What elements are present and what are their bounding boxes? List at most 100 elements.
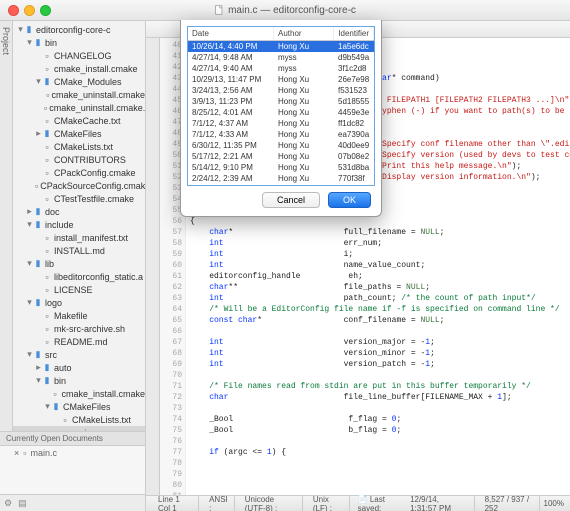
disclosure-triangle-icon[interactable]: ▸ <box>26 206 33 217</box>
tree-folder[interactable]: ▸▮CMakeFiles <box>13 127 145 140</box>
open-doc-item[interactable]: ×▫main.c <box>0 446 145 460</box>
ok-button[interactable]: OK <box>328 192 371 208</box>
col-author[interactable]: Author <box>274 27 334 40</box>
col-identifier[interactable]: Identifier <box>334 27 374 40</box>
code-line[interactable]: int path_count; /* the count of path inp… <box>190 293 566 304</box>
code-line[interactable]: const char* conf_filename = NULL; <box>190 315 566 326</box>
tree-folder[interactable]: ▾▮bin <box>13 36 145 49</box>
filter-icon[interactable]: ▤ <box>18 498 27 509</box>
code-line[interactable] <box>190 326 566 337</box>
status-unicode[interactable]: Unicode (UTF-8) : <box>239 495 303 511</box>
tree-file[interactable]: ▫LICENSE <box>13 283 145 296</box>
code-line[interactable]: int version_patch = -1; <box>190 359 566 370</box>
code-line[interactable] <box>190 403 566 414</box>
tree-file[interactable]: ▫CPackConfig.cmake <box>13 166 145 179</box>
tree-folder[interactable]: ▾▮editorconfig-core-c <box>13 23 145 36</box>
revision-row[interactable]: 10/26/14, 4:40 PMHong Xu1a5e6dc <box>188 41 374 52</box>
disclosure-triangle-icon[interactable]: ▾ <box>26 297 33 308</box>
revision-list[interactable]: Date Author Identifier 10/26/14, 4:40 PM… <box>187 26 375 186</box>
tree-folder[interactable]: ▾▮bin <box>13 374 145 387</box>
code-line[interactable] <box>190 436 566 447</box>
code-line[interactable]: int version_minor = -1; <box>190 348 566 359</box>
code-line[interactable]: char file_line_buffer[FILENAME_MAX + 1]; <box>190 392 566 403</box>
status-line-endings[interactable]: Unix (LF) : <box>307 495 350 511</box>
tree-file[interactable]: ▫CMakeLists.txt <box>13 140 145 153</box>
tree-folder[interactable]: ▾▮lib <box>13 257 145 270</box>
revision-row[interactable]: 4/27/14, 9:48 AMmyssd9b549a <box>188 52 374 63</box>
disclosure-triangle-icon[interactable]: ▾ <box>26 349 33 360</box>
revision-row[interactable]: 10/29/13, 11:47 PMHong Xu26e7e98 <box>188 74 374 85</box>
revision-row[interactable]: 5/14/12, 9:10 PMHong Xu531d8ba <box>188 162 374 173</box>
cancel-button[interactable]: Cancel <box>262 192 320 208</box>
code-line[interactable]: int i; <box>190 249 566 260</box>
revision-row[interactable]: 7/1/12, 4:33 AMHong Xuea7390a <box>188 129 374 140</box>
code-line[interactable]: if (argc <= 1) { <box>190 447 566 458</box>
disclosure-triangle-icon[interactable]: ▾ <box>44 401 51 412</box>
close-icon[interactable] <box>8 5 19 16</box>
revision-row[interactable]: 4/27/14, 9:40 AMmyss3f1c2d8 <box>188 63 374 74</box>
zoom-icon[interactable] <box>40 5 51 16</box>
revision-row[interactable]: 8/25/12, 4:01 AMHong Xu4459e3e <box>188 107 374 118</box>
disclosure-triangle-icon[interactable]: ▾ <box>26 258 33 269</box>
tree-file[interactable]: ▫libeditorconfig_static.a <box>13 270 145 283</box>
tree-folder[interactable]: ▸▮auto <box>13 361 145 374</box>
code-line[interactable]: _Bool b_flag = 0; <box>190 425 566 436</box>
open-docs-list[interactable]: ×▫main.c <box>0 446 145 494</box>
tree-folder[interactable]: ▾▮CMake_Modules <box>13 75 145 88</box>
tree-file[interactable]: ▫install_manifest.txt <box>13 231 145 244</box>
tree-file[interactable]: ▫CONTRIBUTORS <box>13 153 145 166</box>
revision-row[interactable]: 3/9/13, 11:23 PMHong Xu5d18555 <box>188 96 374 107</box>
tree-file[interactable]: ▫CPackSourceConfig.cmake <box>13 179 145 192</box>
revision-row[interactable]: 7/1/12, 4:37 AMHong Xuff1dc82 <box>188 118 374 129</box>
tree-folder[interactable]: ▾▮include <box>13 218 145 231</box>
status-line-col[interactable]: Line 1 Col 1 <box>152 495 199 511</box>
code-line[interactable]: char* full_filename = NULL; <box>190 227 566 238</box>
code-line[interactable]: int version_major = -1; <box>190 337 566 348</box>
tree-file[interactable]: ▫cmake_install.cmake <box>13 62 145 75</box>
disclosure-triangle-icon[interactable]: ▾ <box>26 37 33 48</box>
tree-file[interactable]: ▫CHANGELOG <box>13 49 145 62</box>
revision-row[interactable]: 6/30/12, 11:35 PMHong Xu40d0ee9 <box>188 140 374 151</box>
tree-file[interactable]: ▫CMakeCache.txt <box>13 114 145 127</box>
tree-file[interactable]: ▫README.md <box>13 335 145 348</box>
disclosure-triangle-icon[interactable]: ▾ <box>17 24 24 35</box>
revision-row[interactable]: 3/24/13, 2:56 AMHong Xuf531523 <box>188 85 374 96</box>
col-date[interactable]: Date <box>188 27 274 40</box>
status-zoom[interactable]: 100% <box>544 499 564 508</box>
revision-row[interactable]: 2/24/12, 2:39 AMHong Xu770f38f <box>188 173 374 184</box>
tree-file[interactable]: ▫CTestTestfile.cmake <box>13 192 145 205</box>
tree-file[interactable]: ▫mk-src-archive.sh <box>13 322 145 335</box>
tree-file[interactable]: ▫Makefile <box>13 309 145 322</box>
disclosure-triangle-icon[interactable]: ▸ <box>35 362 42 373</box>
code-line[interactable]: _Bool f_flag = 0; <box>190 414 566 425</box>
revision-row[interactable]: 5/17/12, 2:21 AMHong Xu07b08e2 <box>188 151 374 162</box>
disclosure-triangle-icon[interactable]: ▸ <box>35 128 42 139</box>
code-line[interactable]: /* File names read from stdin are put in… <box>190 381 566 392</box>
disclosure-triangle-icon[interactable]: ▾ <box>35 375 42 386</box>
code-line[interactable]: int err_num; <box>190 238 566 249</box>
tree-folder[interactable]: ▸▮doc <box>13 205 145 218</box>
gear-icon[interactable]: ⚙ <box>4 498 12 509</box>
code-line[interactable]: char** file_paths = NULL; <box>190 282 566 293</box>
tree-file[interactable]: ▫cmake_uninstall.cmake <box>13 88 145 101</box>
tree-file[interactable]: ▫cmake_uninstall.cmake.in <box>13 101 145 114</box>
code-line[interactable] <box>190 370 566 381</box>
minimize-icon[interactable] <box>24 5 35 16</box>
close-icon[interactable]: × <box>14 448 19 458</box>
project-tree[interactable]: ▾▮editorconfig-core-c▾▮bin▫CHANGELOG▫cma… <box>13 21 145 431</box>
tree-folder[interactable]: ▾▮logo <box>13 296 145 309</box>
tree-file[interactable]: ▫cmake_install.cmake <box>13 387 145 400</box>
tree-folder[interactable]: ▾▮CMakeFiles <box>13 400 145 413</box>
tree-file[interactable]: ▫INSTALL.md <box>13 244 145 257</box>
code-line[interactable]: editorconfig_handle eh; <box>190 271 566 282</box>
tree-folder[interactable]: ▾▮src <box>13 348 145 361</box>
tree-file[interactable]: ▫CMakeLists.txt <box>13 413 145 426</box>
disclosure-triangle-icon[interactable]: ▾ <box>35 76 42 87</box>
disclosure-triangle-icon[interactable]: ▾ <box>26 219 33 230</box>
code-line[interactable]: int name_value_count; <box>190 260 566 271</box>
code-line[interactable]: { <box>190 216 566 227</box>
status-encoding[interactable]: ANSI : <box>203 495 235 511</box>
editor-vertical-tabs[interactable] <box>146 38 160 495</box>
code-line[interactable]: /* Will be a EditorConfig file name if -… <box>190 304 566 315</box>
sidebar-tab-project[interactable]: Project <box>0 21 13 431</box>
